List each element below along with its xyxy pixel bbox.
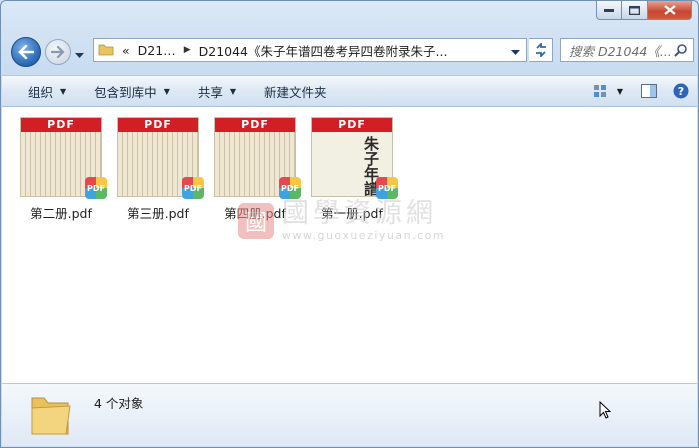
pdf-banner: PDF: [215, 118, 295, 132]
new-folder-button[interactable]: 新建文件夹: [250, 76, 341, 106]
watermark-text: 國學資源網: [282, 198, 437, 229]
explorer-window: « D21… ▶ D21044《朱子年谱四卷考异四卷附录朱子... 搜索 D21…: [0, 0, 699, 448]
maximize-icon: [629, 5, 640, 15]
breadcrumb-overflow[interactable]: «: [118, 43, 134, 58]
chevron-down-icon: ▼: [60, 86, 67, 96]
preview-pane-icon: [641, 84, 657, 98]
breadcrumb-separator-icon[interactable]: ▶: [180, 45, 195, 55]
minimize-button[interactable]: [596, 1, 622, 20]
pdf-thumbnail: PDF PDF: [214, 117, 301, 199]
change-view-button[interactable]: ▼: [593, 84, 623, 98]
forward-button[interactable]: [45, 39, 71, 65]
chevron-down-icon: [75, 53, 84, 58]
refresh-button[interactable]: [529, 38, 553, 62]
include-in-library-menu[interactable]: 包含到库中 ▼: [80, 76, 184, 106]
new-folder-label: 新建文件夹: [264, 84, 327, 100]
chevron-down-icon[interactable]: ▼: [617, 87, 623, 96]
file-item[interactable]: PDF PDF 第三册.pdf: [113, 117, 204, 222]
pdf-thumbnail: PDF 朱子年譜 PDF: [311, 117, 398, 199]
maximize-button[interactable]: [622, 1, 648, 20]
breadcrumb-item-parent[interactable]: D21…: [134, 43, 180, 58]
back-arrow-icon: [18, 45, 34, 59]
chevron-down-icon: ▼: [163, 86, 170, 96]
pdf-banner: PDF: [312, 118, 392, 132]
command-bar: 组织 ▼ 包含到库中 ▼ 共享 ▼ 新建文件夹 ▼ ?: [2, 75, 697, 107]
item-count: 4 个对象: [94, 396, 144, 411]
search-input[interactable]: 搜索 D21044《...: [561, 41, 674, 60]
back-button[interactable]: [11, 37, 41, 67]
watermark-url: www.guoxueziyuan.com: [282, 229, 446, 242]
navigation-bar: « D21… ▶ D21044《朱子年谱四卷考异四卷附录朱子... 搜索 D21…: [9, 35, 694, 67]
pdf-badge-icon: PDF: [376, 177, 398, 199]
pdf-thumbnail: PDF PDF: [117, 117, 204, 199]
share-menu[interactable]: 共享 ▼: [184, 76, 250, 106]
folder-icon: [28, 390, 72, 441]
file-name: 第三册.pdf: [127, 206, 189, 221]
caption-buttons: [596, 1, 692, 20]
chevron-down-icon: [511, 50, 520, 55]
preview-pane-button[interactable]: [641, 84, 657, 98]
address-dropdown[interactable]: [511, 45, 520, 59]
organize-menu[interactable]: 组织 ▼: [2, 76, 80, 106]
folder-icon: [98, 42, 118, 59]
refresh-icon: [535, 43, 546, 57]
close-button[interactable]: [648, 1, 692, 20]
breadcrumb-item-current[interactable]: D21044《朱子年谱四卷考异四卷附录朱子...: [195, 41, 452, 60]
organize-label: 组织: [28, 84, 54, 100]
watermark: 國 國學資源網 www.guoxueziyuan.com: [238, 199, 445, 242]
file-list-pane[interactable]: PDF PDF 第二册.pdf PDF PDF 第三册.pdf PDF PDF …: [2, 107, 697, 383]
help-button[interactable]: ?: [673, 83, 689, 99]
view-controls: ▼ ?: [583, 76, 689, 106]
search-box[interactable]: 搜索 D21044《...: [560, 38, 694, 62]
file-item[interactable]: PDF PDF 第二册.pdf: [16, 117, 107, 222]
view-grid-icon: [593, 85, 606, 97]
address-bar[interactable]: « D21… ▶ D21044《朱子年谱四卷考异四卷附录朱子...: [93, 38, 527, 62]
file-name: 第二册.pdf: [30, 206, 92, 221]
forward-arrow-icon: [51, 46, 65, 58]
share-label: 共享: [197, 84, 223, 100]
include-in-library-label: 包含到库中: [94, 84, 157, 100]
pdf-banner: PDF: [21, 118, 101, 132]
recent-pages-dropdown[interactable]: [75, 48, 84, 62]
mouse-cursor-icon: [599, 400, 612, 422]
chevron-down-icon: ▼: [229, 86, 237, 96]
pdf-thumbnail: PDF PDF: [20, 117, 107, 199]
svg-text:?: ?: [678, 85, 684, 98]
pdf-badge-icon: PDF: [85, 177, 107, 199]
minimize-icon: [604, 9, 614, 12]
watermark-seal-logo: 國: [238, 202, 274, 239]
pdf-banner: PDF: [118, 118, 198, 132]
close-icon: [663, 5, 676, 15]
search-icon[interactable]: [674, 43, 688, 60]
help-icon: ?: [673, 83, 689, 99]
pdf-badge-icon: PDF: [182, 177, 204, 199]
pdf-badge-icon: PDF: [279, 177, 301, 199]
details-pane: 4 个对象: [2, 383, 697, 446]
breadcrumb: « D21… ▶ D21044《朱子年谱四卷考异四卷附录朱子...: [118, 41, 451, 60]
